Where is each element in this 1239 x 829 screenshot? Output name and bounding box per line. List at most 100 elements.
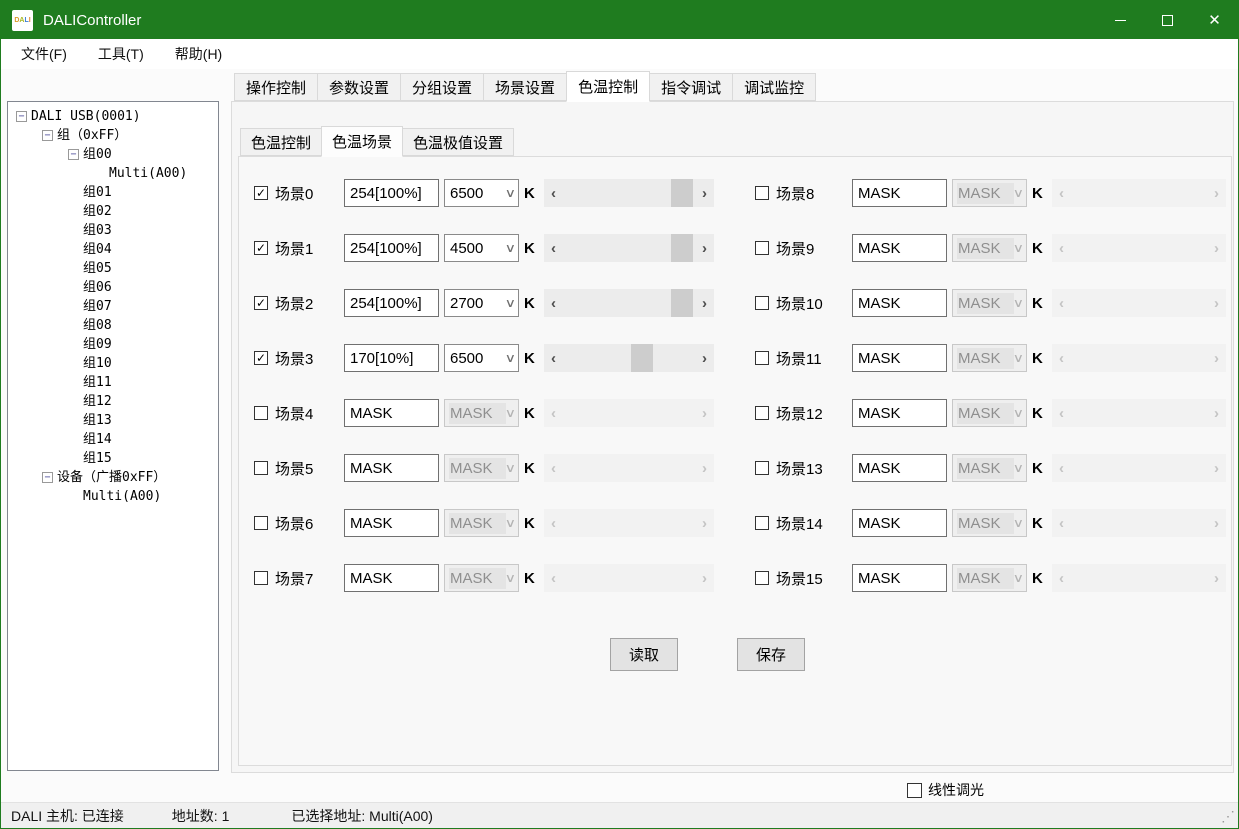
tree-node[interactable]: 组12 <box>8 392 218 411</box>
scene-cct-dropdown[interactable]: 4500 ∨ <box>444 234 519 262</box>
tree-node[interactable]: 组13 <box>8 411 218 430</box>
scrollbar-right-arrow-icon[interactable]: › <box>702 241 707 256</box>
scene-cct-dropdown[interactable]: MASK ∨ <box>952 454 1027 482</box>
scrollbar-left-arrow-icon[interactable]: ‹ <box>551 296 556 311</box>
tab-参数设置[interactable]: 参数设置 <box>317 73 401 101</box>
tree-node[interactable]: 组09 <box>8 335 218 354</box>
tab-场景设置[interactable]: 场景设置 <box>483 73 567 101</box>
scene-level-input[interactable]: MASK <box>852 399 947 427</box>
scrollbar-left-arrow-icon[interactable]: ‹ <box>1059 351 1064 366</box>
subtab-色温控制[interactable]: 色温控制 <box>240 128 322 156</box>
scene-level-scrollbar[interactable]: ‹ › <box>1052 234 1226 262</box>
tree-node[interactable]: −组（0xFF） <box>8 126 218 145</box>
scene-level-scrollbar[interactable]: ‹ › <box>544 179 714 207</box>
scrollbar-left-arrow-icon[interactable]: ‹ <box>1059 461 1064 476</box>
scene-cct-dropdown[interactable]: MASK ∨ <box>952 344 1027 372</box>
scrollbar-left-arrow-icon[interactable]: ‹ <box>1059 571 1064 586</box>
scene-level-scrollbar[interactable]: ‹ › <box>1052 179 1226 207</box>
scene-cct-dropdown[interactable]: MASK ∨ <box>952 179 1027 207</box>
scene-cct-dropdown[interactable]: MASK ∨ <box>952 399 1027 427</box>
scene-checkbox[interactable] <box>755 186 769 200</box>
scene-level-scrollbar[interactable]: ‹ › <box>1052 564 1226 592</box>
scene-cct-dropdown[interactable]: MASK ∨ <box>952 289 1027 317</box>
scene-checkbox[interactable] <box>755 351 769 365</box>
scrollbar-left-arrow-icon[interactable]: ‹ <box>1059 516 1064 531</box>
scene-checkbox[interactable] <box>254 516 268 530</box>
scene-level-input[interactable]: MASK <box>852 179 947 207</box>
tree-node[interactable]: −设备（广播0xFF） <box>8 468 218 487</box>
scene-cct-dropdown[interactable]: MASK ∨ <box>444 509 519 537</box>
scrollbar-right-arrow-icon[interactable]: › <box>1214 186 1219 201</box>
tree-node[interactable]: 组05 <box>8 259 218 278</box>
scene-level-scrollbar[interactable]: ‹ › <box>1052 399 1226 427</box>
scene-checkbox[interactable] <box>755 461 769 475</box>
save-button[interactable]: 保存 <box>737 638 805 671</box>
scene-level-input[interactable]: MASK <box>852 509 947 537</box>
tree-node[interactable]: 组08 <box>8 316 218 335</box>
scrollbar-thumb[interactable] <box>671 234 693 262</box>
tree-node[interactable]: 组14 <box>8 430 218 449</box>
scene-level-input[interactable]: MASK <box>344 564 439 592</box>
scene-checkbox[interactable] <box>254 461 268 475</box>
tree-node[interactable]: 组15 <box>8 449 218 468</box>
scene-level-scrollbar[interactable]: ‹ › <box>1052 509 1226 537</box>
scene-level-input[interactable]: MASK <box>852 454 947 482</box>
close-button[interactable]: ✕ <box>1191 1 1238 39</box>
scene-level-scrollbar[interactable]: ‹ › <box>1052 454 1226 482</box>
tree-node[interactable]: −组00 <box>8 145 218 164</box>
scene-cct-dropdown[interactable]: MASK ∨ <box>952 234 1027 262</box>
scrollbar-left-arrow-icon[interactable]: ‹ <box>1059 241 1064 256</box>
scene-level-input[interactable]: MASK <box>852 564 947 592</box>
scrollbar-right-arrow-icon[interactable]: › <box>1214 406 1219 421</box>
scrollbar-right-arrow-icon[interactable]: › <box>702 461 707 476</box>
scene-checkbox[interactable]: ✓ <box>254 186 268 200</box>
subtab-色温场景[interactable]: 色温场景 <box>321 126 403 157</box>
scene-checkbox[interactable] <box>254 406 268 420</box>
scene-level-scrollbar[interactable]: ‹ › <box>1052 289 1226 317</box>
scene-level-scrollbar[interactable]: ‹ › <box>544 234 714 262</box>
scene-level-scrollbar[interactable]: ‹ › <box>544 399 714 427</box>
scene-level-input[interactable]: 254[100%] <box>344 289 439 317</box>
scrollbar-right-arrow-icon[interactable]: › <box>1214 571 1219 586</box>
scene-level-scrollbar[interactable]: ‹ › <box>544 289 714 317</box>
scene-checkbox[interactable]: ✓ <box>254 241 268 255</box>
scene-checkbox[interactable] <box>755 296 769 310</box>
tab-操作控制[interactable]: 操作控制 <box>234 73 318 101</box>
resize-grip-icon[interactable]: ⋰ <box>1221 809 1235 823</box>
tree-node[interactable]: 组01 <box>8 183 218 202</box>
tab-分组设置[interactable]: 分组设置 <box>400 73 484 101</box>
scene-checkbox[interactable] <box>254 571 268 585</box>
tree-node[interactable]: 组04 <box>8 240 218 259</box>
scene-checkbox[interactable]: ✓ <box>254 296 268 310</box>
subtab-色温极值设置[interactable]: 色温极值设置 <box>402 128 514 156</box>
scrollbar-left-arrow-icon[interactable]: ‹ <box>1059 186 1064 201</box>
scene-level-input[interactable]: 254[100%] <box>344 234 439 262</box>
scene-level-scrollbar[interactable]: ‹ › <box>544 509 714 537</box>
tab-色温控制[interactable]: 色温控制 <box>566 71 650 102</box>
scrollbar-right-arrow-icon[interactable]: › <box>1214 296 1219 311</box>
tree-expander-icon[interactable]: − <box>42 130 53 141</box>
scene-level-input[interactable]: MASK <box>852 289 947 317</box>
scrollbar-thumb[interactable] <box>671 179 693 207</box>
tree-node[interactable]: −DALI USB(0001) <box>8 107 218 126</box>
scene-level-input[interactable]: MASK <box>344 509 439 537</box>
scrollbar-left-arrow-icon[interactable]: ‹ <box>551 461 556 476</box>
scrollbar-thumb[interactable] <box>631 344 653 372</box>
scene-cct-dropdown[interactable]: 6500 ∨ <box>444 344 519 372</box>
scrollbar-right-arrow-icon[interactable]: › <box>702 406 707 421</box>
tree-node[interactable]: 组02 <box>8 202 218 221</box>
maximize-button[interactable] <box>1144 1 1191 39</box>
scrollbar-right-arrow-icon[interactable]: › <box>702 186 707 201</box>
scene-level-scrollbar[interactable]: ‹ › <box>1052 344 1226 372</box>
tree-node[interactable]: 组11 <box>8 373 218 392</box>
scene-cct-dropdown[interactable]: MASK ∨ <box>952 564 1027 592</box>
tree-expander-icon[interactable]: − <box>42 472 53 483</box>
scrollbar-right-arrow-icon[interactable]: › <box>702 516 707 531</box>
tree-node[interactable]: Multi(A00) <box>8 487 218 506</box>
scrollbar-left-arrow-icon[interactable]: ‹ <box>551 186 556 201</box>
linear-dimming-checkbox[interactable] <box>907 783 922 798</box>
scrollbar-right-arrow-icon[interactable]: › <box>1214 516 1219 531</box>
scrollbar-right-arrow-icon[interactable]: › <box>1214 461 1219 476</box>
scene-level-input[interactable]: 170[10%] <box>344 344 439 372</box>
scrollbar-thumb[interactable] <box>671 289 693 317</box>
